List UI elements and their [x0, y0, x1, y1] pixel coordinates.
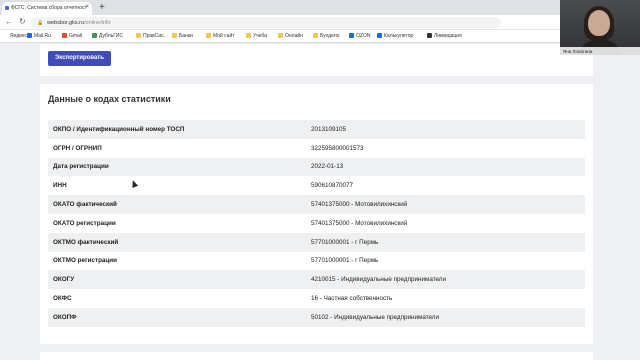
bookmark-2gis[interactable]: ДубльГИС	[92, 33, 123, 39]
row-key: ОГРН / ОГРНИП	[53, 144, 102, 152]
bookmark-label: Ликвидация	[434, 33, 462, 39]
bookmark-label: Банки	[179, 33, 193, 39]
new-tab-button[interactable]: +	[99, 2, 105, 13]
stats-codes-title: Данные о кодах статистики	[48, 94, 171, 104]
back-icon[interactable]: ←	[5, 17, 13, 27]
url-field[interactable]: 🔒 websbor.gks.ru/online/info	[31, 17, 501, 28]
bookmark-label: OZON	[356, 33, 371, 39]
row-key: ИНН	[53, 182, 67, 190]
row-key: ОКТМО регистрации	[53, 257, 118, 265]
folder-icon	[136, 33, 141, 38]
folder-icon	[172, 33, 177, 38]
tab-title: ФСГС: Система сбора отчетност	[11, 5, 87, 11]
browser-tabbar: ФСГС: Система сбора отчетност × +	[0, 0, 640, 15]
bookmark-label: Бухдело	[320, 33, 340, 39]
ozon-icon	[349, 33, 354, 38]
bookmarks-bar: Яндекс Mail.Ru Gmail ДубльГИС ПравСис. Б…	[0, 30, 640, 43]
liquidation-icon	[427, 33, 432, 38]
table-row: Дата регистрации 2022-01-13	[48, 157, 585, 177]
bookmark-label: Gmail	[69, 33, 83, 39]
row-value: 57701000001 - г Пермь	[306, 232, 585, 252]
stats-codes-table: ОКПО / Идентификационный номер ТОСП 20131…	[48, 120, 585, 327]
bookmark-label: Учеба	[253, 33, 268, 39]
mail-icon	[27, 33, 32, 38]
2gis-icon	[92, 33, 97, 38]
webcam-person-face	[588, 10, 610, 36]
bookmark-label: Калькулятор	[384, 33, 414, 39]
url-path: /online/info	[84, 19, 111, 26]
webcam-overlay: Яна Лопатина	[560, 0, 640, 55]
bookmark-my-site[interactable]: Мой сайт	[206, 33, 235, 39]
row-value: 57401375000 - Мотовилихинский	[311, 219, 408, 227]
bookmark-liquidation[interactable]: Ликвидация	[427, 33, 462, 39]
table-row: ОКОПФ 50102 - Индивидуальные предпринимат…	[48, 307, 585, 327]
bookmark-mailru[interactable]: Mail.Ru	[27, 33, 51, 39]
row-value: 2022-01-13	[306, 157, 585, 177]
page-content: Экспортировать Данные о кодах статистики…	[0, 44, 640, 360]
row-key: Дата регистрации	[48, 157, 306, 177]
row-value: 590610870077	[311, 182, 354, 190]
row-value: 2013109105	[306, 120, 585, 139]
table-row: ОКАТО фактический 57401375000 - Мотовилих…	[48, 195, 585, 214]
table-row: ИНН 590610870077	[48, 176, 585, 195]
bookmark-ucheba[interactable]: Учеба	[246, 33, 267, 39]
row-value: 322595800001573	[311, 144, 364, 152]
export-button[interactable]: Экспортировать	[48, 51, 111, 66]
row-key: ОКПО / Идентификационный номер ТОСП	[48, 120, 306, 139]
row-key: ОКАТО фактический	[48, 195, 306, 214]
table-row: ОКПО / Идентификационный номер ТОСП 20131…	[48, 120, 585, 139]
bookmark-label: Онлайн	[285, 33, 303, 39]
yandex-icon	[3, 33, 8, 38]
close-tab-icon[interactable]: ×	[85, 4, 89, 10]
row-key: ОКФС	[53, 295, 72, 303]
browser-tab[interactable]: ФСГС: Система сбора отчетност ×	[2, 2, 92, 15]
bookmark-online[interactable]: Онлайн	[278, 33, 303, 39]
reload-icon[interactable]: ↻	[19, 17, 26, 27]
bookmark-banki[interactable]: Банки	[172, 33, 193, 39]
table-row: ОКФС 16 - Частная собственность	[48, 289, 585, 308]
bookmark-label: ПравСис.	[143, 33, 166, 39]
stats-codes-card: Данные о кодах статистики ОКПО / Идентиф…	[40, 84, 593, 344]
calculator-icon	[377, 33, 382, 38]
row-value: 50102 - Индивидуальные предприниматели	[306, 307, 585, 327]
lock-icon: 🔒	[37, 20, 44, 26]
table-row: ОКТМО регистрации 57701000001 - г Пермь	[48, 252, 585, 271]
folder-icon	[313, 33, 318, 38]
url-domain: websbor.gks.ru	[47, 19, 84, 26]
bookmark-label: Мой сайт	[213, 33, 235, 39]
bookmark-ozon[interactable]: OZON	[349, 33, 370, 39]
row-value: 16 - Частная собственность	[311, 295, 393, 303]
row-key: ОКОГУ	[48, 270, 306, 290]
bookmark-gmail[interactable]: Gmail	[62, 33, 82, 39]
site-favicon-icon	[5, 6, 9, 10]
row-value: 57401375000 - Мотовилихинский	[306, 195, 585, 214]
table-row: ОКТМО фактический 57701000001 - г Пермь	[48, 232, 585, 252]
bookmark-pravsis[interactable]: ПравСис.	[136, 33, 165, 39]
row-key: ОКОПФ	[48, 307, 306, 327]
folder-icon	[246, 33, 251, 38]
row-key: ОКАТО регистрации	[53, 219, 116, 227]
table-row: ОКАТО регистрации 57401375000 - Мотовилих…	[48, 214, 585, 233]
bookmark-label: Яндекс	[10, 33, 27, 39]
address-bar-row: ← ↻ 🔒 websbor.gks.ru/online/info	[0, 15, 640, 30]
row-value: 57701000001 - г Пермь	[311, 257, 379, 265]
bookmark-calculator[interactable]: Калькулятор	[377, 33, 413, 39]
webcam-name-label: Яна Лопатина	[560, 47, 640, 55]
folder-icon	[278, 33, 283, 38]
table-row: ОКОГУ 4210015 - Индивидуальные предприним…	[48, 270, 585, 290]
row-value: 4210015 - Индивидуальные предприниматели	[306, 270, 585, 290]
row-key: ОКТМО фактический	[48, 232, 306, 252]
export-card: Экспортировать	[40, 44, 593, 76]
folder-icon	[206, 33, 211, 38]
table-row: ОГРН / ОГРНИП 322595800001573	[48, 139, 585, 158]
bookmark-yandex[interactable]: Яндекс	[3, 33, 27, 39]
bookmark-buhdelo[interactable]: Бухдело	[313, 33, 339, 39]
bookmark-label: ДубльГИС	[99, 33, 124, 39]
gmail-icon	[62, 33, 67, 38]
next-card	[40, 352, 593, 360]
bookmark-label: Mail.Ru	[34, 33, 51, 39]
